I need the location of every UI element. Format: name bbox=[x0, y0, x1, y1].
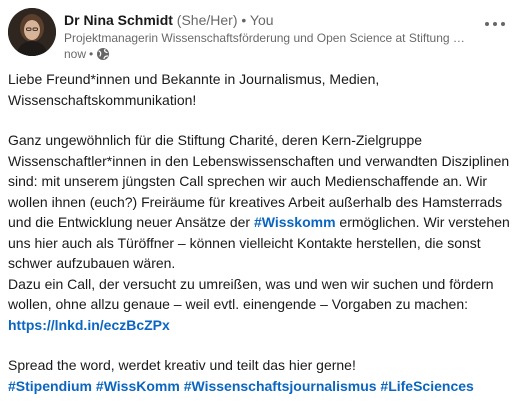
time-separator: • bbox=[89, 47, 94, 61]
post-paragraph-main: Ganz ungewöhnlich für die Stiftung Chari… bbox=[8, 130, 513, 274]
hashtag-link[interactable]: #Stipendium bbox=[8, 378, 92, 394]
post-time: now bbox=[64, 47, 87, 61]
name-separator: • bbox=[241, 12, 247, 28]
more-options-button[interactable] bbox=[479, 12, 511, 36]
post-paragraph-call: Dazu ein Call, der versucht zu umreißen,… bbox=[8, 275, 494, 313]
author-headline: Projektmanagerin Wissenschaftsförderung … bbox=[64, 31, 473, 45]
feed-post: Dr Nina Schmidt (She/Her) • You Projektm… bbox=[0, 0, 525, 404]
author-name[interactable]: Dr Nina Schmidt bbox=[64, 12, 173, 28]
post-paragraph-greeting: Liebe Freund*innen und Bekannte in Journ… bbox=[8, 71, 380, 108]
hashtag-link[interactable]: #LifeSciences bbox=[380, 378, 473, 394]
post-paragraph-share: Spread the word, werdet kreativ und teil… bbox=[8, 357, 356, 373]
author-meta: Dr Nina Schmidt (She/Her) • You Projektm… bbox=[64, 11, 473, 62]
globe-icon bbox=[96, 47, 110, 61]
post-time-line: now • bbox=[64, 46, 473, 62]
ellipsis-icon-dot bbox=[485, 22, 489, 26]
call-url-link[interactable]: https://lnkd.in/eczBcZPx bbox=[8, 317, 170, 333]
post-body: Liebe Freund*innen und Bekannte in Journ… bbox=[8, 69, 513, 396]
post-header: Dr Nina Schmidt (She/Her) • You Projektm… bbox=[8, 8, 517, 64]
hashtag-wisskomm-link[interactable]: #Wisskomm bbox=[254, 214, 336, 230]
ellipsis-icon-dot bbox=[493, 22, 497, 26]
author-name-line: Dr Nina Schmidt (She/Her) • You bbox=[64, 11, 473, 30]
hashtag-link[interactable]: #WissKomm bbox=[96, 378, 180, 394]
author-relation: You bbox=[249, 12, 274, 28]
hashtag-list: #Stipendium #WissKomm #Wissenschaftsjour… bbox=[8, 376, 513, 397]
author-pronouns: (She/Her) bbox=[176, 12, 238, 28]
author-avatar[interactable] bbox=[8, 8, 56, 56]
hashtag-link[interactable]: #Wissenschaftsjournalismus bbox=[184, 378, 377, 394]
ellipsis-icon-dot bbox=[501, 22, 505, 26]
